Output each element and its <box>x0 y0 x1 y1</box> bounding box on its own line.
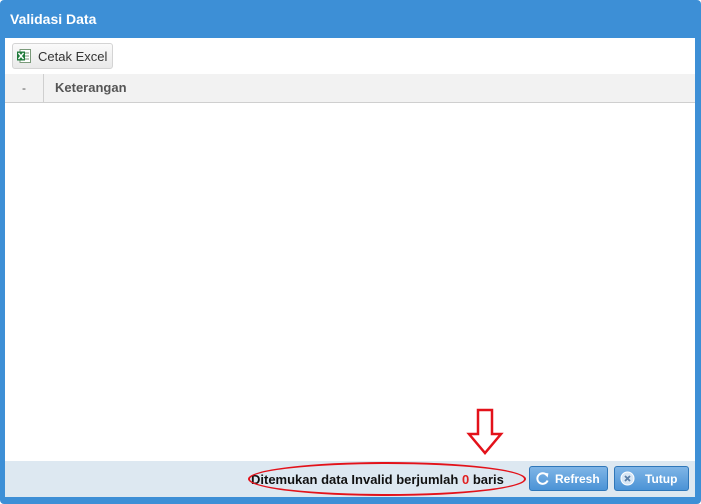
cetak-excel-button[interactable]: Cetak Excel <box>12 43 113 69</box>
column-header-keterangan[interactable]: Keterangan <box>55 74 127 102</box>
grid-header: - Keterangan <box>5 74 695 103</box>
toolbar: Cetak Excel <box>5 38 695 74</box>
down-arrow-icon <box>466 408 504 456</box>
status-highlight-ellipse <box>248 462 526 496</box>
window-content: Cetak Excel - Keterangan <box>5 38 695 497</box>
window-title: Validasi Data <box>10 11 97 27</box>
refresh-button[interactable]: Refresh <box>529 466 608 491</box>
window-titlebar[interactable]: Validasi Data <box>0 0 701 38</box>
tutup-label: Tutup <box>645 472 678 486</box>
close-circle-icon <box>620 471 635 486</box>
validasi-data-window: Validasi Data Cetak Excel - Keterangan D… <box>0 0 701 504</box>
grid-body[interactable] <box>5 103 695 461</box>
cetak-excel-label: Cetak Excel <box>38 49 108 64</box>
excel-icon <box>17 49 31 63</box>
column-header-dash[interactable]: - <box>5 74 44 102</box>
refresh-icon <box>535 471 550 486</box>
refresh-label: Refresh <box>555 472 600 486</box>
tutup-button[interactable]: Tutup <box>614 466 689 491</box>
